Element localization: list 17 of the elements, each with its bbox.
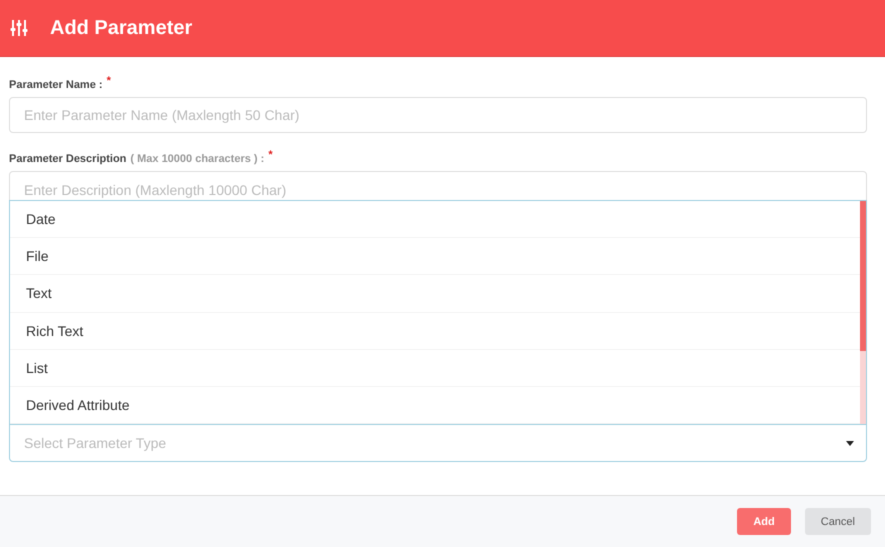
dialog-title: Add Parameter — [50, 16, 192, 40]
dropdown-option[interactable]: Date — [10, 201, 860, 238]
dropdown-option[interactable]: Text — [10, 275, 860, 313]
field-note: ( Max 10000 characters ) : — [130, 153, 264, 165]
dropdown-option[interactable]: File — [10, 238, 860, 276]
field-label: Parameter Name : — [9, 79, 103, 91]
dropdown-option[interactable]: Rich Text — [10, 312, 860, 350]
dropdown-option[interactable]: Derived Attribute — [10, 386, 860, 424]
sliders-icon — [10, 19, 28, 37]
input-field[interactable]: Enter Parameter Name (Maxlength 50 Char) — [9, 97, 867, 133]
dropdown-option[interactable]: List — [10, 350, 860, 387]
cancel-button[interactable]: Cancel — [804, 508, 871, 535]
required-mark: * — [268, 149, 273, 161]
required-mark: * — [106, 75, 111, 87]
field-label: Parameter Description — [9, 153, 126, 165]
scrollbar[interactable] — [860, 201, 866, 424]
caret-icon — [846, 440, 854, 446]
